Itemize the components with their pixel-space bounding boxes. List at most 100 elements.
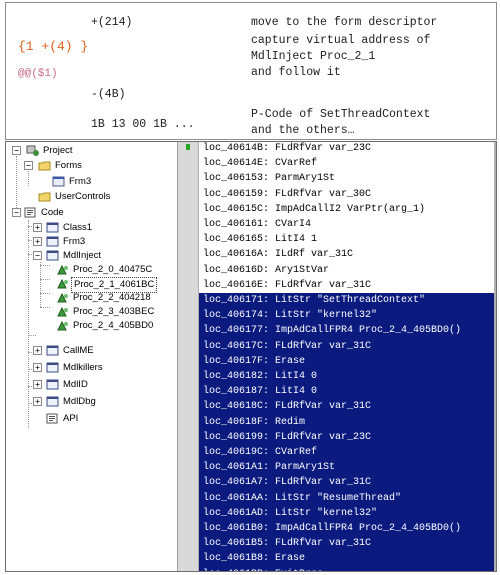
pcode-listing[interactable]: loc_40614B: FLdRfVar var_23C loc_40614E: … — [199, 142, 496, 571]
form-icon — [52, 176, 66, 188]
code-line[interactable]: loc_4061B5: FLdRfVar var_31C — [199, 536, 494, 552]
code-line[interactable]: loc_40617F: Erase — [199, 353, 494, 369]
code-line[interactable]: loc_4061A1: ParmAry1St — [199, 460, 494, 476]
code-line[interactable]: loc_406159: FLdRfVar var_30C — [199, 187, 489, 202]
tree-item-label: Mdlkillers — [63, 362, 103, 373]
tree-item-code[interactable]: − Code — [6, 206, 176, 220]
code-line[interactable]: loc_40618F: Redim — [199, 414, 494, 430]
code-line[interactable]: loc_4061AD: LitStr "kernel32" — [199, 505, 494, 521]
tree-item-project[interactable]: − Project — [6, 144, 176, 158]
code-line[interactable]: loc_406161: CVarI4 — [199, 217, 489, 232]
editor-gutter — [178, 142, 199, 571]
proc-icon — [56, 278, 70, 290]
tree-item-label: Project — [43, 145, 73, 156]
tree-item-label: MdlInject — [63, 250, 102, 261]
tree-item-proc-2-1[interactable]: Proc_2_1_4061BC — [6, 277, 176, 293]
decompiler-window: − Project − Forms Frm3 UserControls − Co… — [5, 141, 497, 572]
folder-icon — [38, 160, 52, 172]
tree-item-label: Frm3 — [69, 176, 92, 187]
module-icon — [46, 396, 60, 408]
folder-icon — [38, 191, 52, 203]
module-icon — [46, 362, 60, 374]
tree-item-label: CallME — [63, 345, 94, 356]
expand-icon[interactable]: + — [33, 346, 42, 355]
code-line[interactable]: loc_406171: LitStr "SetThreadContext" — [199, 293, 494, 309]
code-line[interactable]: loc_4061BB: ExitProc — [199, 566, 494, 571]
collapse-icon[interactable]: − — [24, 161, 33, 170]
code-line[interactable]: loc_406187: LitI4 0 — [199, 384, 494, 400]
script-cmd-4: -(4B) — [91, 88, 126, 101]
script-cmd-1: +(214) — [91, 16, 133, 29]
tree-item-forms[interactable]: − Forms — [6, 159, 176, 173]
code-line[interactable]: loc_40618C: FLdRfVar var_31C — [199, 399, 494, 415]
proc-icon — [56, 292, 70, 304]
code-line[interactable]: loc_40617C: FLdRfVar var_31C — [199, 338, 494, 354]
code-line[interactable]: loc_40614B: FLdRfVar var_23C — [199, 142, 489, 156]
code-line[interactable]: loc_4061B0: ImpAdCallFPR4 Proc_2_4_405BD… — [199, 521, 494, 537]
expand-icon[interactable]: + — [33, 397, 42, 406]
proc-icon — [56, 320, 70, 332]
tree-item-usercontrols[interactable]: UserControls — [6, 190, 176, 204]
api-icon — [46, 413, 60, 425]
code-line[interactable]: loc_4061A7: FLdRfVar var_31C — [199, 475, 494, 491]
tree-item-label: MdlDbg — [63, 396, 96, 407]
code-line[interactable]: loc_40614E: CVarRef — [199, 156, 489, 171]
tree-item-class1[interactable]: + Class1 — [6, 221, 176, 235]
code-line[interactable]: loc_406177: ImpAdCallFPR4 Proc_2_4_405BD… — [199, 323, 494, 339]
script-comment-2: capture virtual address of — [251, 34, 431, 47]
collapse-icon[interactable]: − — [12, 146, 21, 155]
module-icon — [46, 236, 60, 248]
script-comment-4: and follow it — [251, 66, 341, 79]
tree-item-label: Proc_2_0_40475C — [73, 264, 153, 275]
tree-item-mdlid[interactable]: + MdlID — [6, 378, 176, 392]
code-line[interactable]: loc_406165: LitI4 1 — [199, 232, 489, 247]
code-line[interactable]: loc_40616E: FLdRfVar var_31C — [199, 278, 489, 293]
script-annotation-panel: +(214) move to the form descriptor {1 +(… — [5, 2, 497, 140]
tree-item-mdldbg[interactable]: + MdlDbg — [6, 395, 176, 409]
vertical-scrollbar[interactable] — [494, 142, 496, 571]
tree-item-callme[interactable]: + CallME — [6, 344, 176, 358]
project-icon — [26, 145, 40, 157]
tree-item-api[interactable]: API — [6, 412, 176, 426]
code-line[interactable]: loc_40616A: ILdRf var_31C — [199, 247, 489, 262]
expand-icon[interactable]: + — [33, 380, 42, 389]
tree-item-label: Proc_2_2_404218 — [73, 292, 151, 303]
script-comment-1: move to the form descriptor — [251, 16, 438, 29]
code-line[interactable]: loc_40616D: Ary1StVar — [199, 263, 489, 278]
tree-item-proc-2-3[interactable]: Proc_2_3_403BEC — [6, 305, 176, 319]
expand-icon[interactable]: + — [33, 237, 42, 246]
collapse-icon[interactable]: − — [12, 208, 21, 217]
code-line[interactable]: loc_406174: LitStr "kernel32" — [199, 308, 494, 324]
expand-icon[interactable]: + — [33, 223, 42, 232]
tree-item-label: UserControls — [55, 191, 111, 202]
proc-icon — [56, 306, 70, 318]
tree-item-mdlinject[interactable]: − MdlInject — [6, 249, 176, 263]
code-line[interactable]: loc_40615C: ImpAdCallI2 VarPtr(arg_1) — [199, 202, 489, 217]
expand-icon[interactable]: + — [33, 363, 42, 372]
tree-item-proc-2-2[interactable]: Proc_2_2_404218 — [6, 291, 176, 305]
module-icon — [46, 250, 60, 262]
script-comment-6: and the others… — [251, 124, 355, 137]
script-cmd-2: {1 +(4) } — [18, 39, 89, 54]
tree-item-proc-2-0[interactable]: Proc_2_0_40475C — [6, 263, 176, 277]
tree-item-frm3-form[interactable]: Frm3 — [6, 175, 176, 189]
project-tree[interactable]: − Project − Forms Frm3 UserControls − Co… — [6, 142, 178, 571]
code-line[interactable]: loc_4061B8: Erase — [199, 551, 494, 567]
module-icon — [46, 345, 60, 357]
tree-item-proc-2-4[interactable]: Proc_2_4_405BD0 — [6, 319, 176, 333]
code-line[interactable]: loc_40619C: CVarRef — [199, 445, 494, 461]
proc-icon — [56, 264, 70, 276]
tree-item-frm3[interactable]: + Frm3 — [6, 235, 176, 249]
code-line[interactable]: loc_406182: LitI4 0 — [199, 369, 494, 385]
script-comment-5: P-Code of SetThreadContext — [251, 108, 431, 121]
tree-item-label: Frm3 — [63, 236, 86, 247]
tree-item-label: Code — [41, 207, 64, 218]
collapse-icon[interactable]: − — [33, 251, 42, 260]
module-icon — [46, 379, 60, 391]
code-line[interactable]: loc_406199: FLdRfVar var_23C — [199, 429, 494, 445]
tree-item-label: MdlID — [63, 379, 88, 390]
code-line[interactable]: loc_4061AA: LitStr "ResumeThread" — [199, 490, 494, 506]
tree-item-mdlkillers[interactable]: + Mdlkillers — [6, 361, 176, 375]
code-icon — [24, 207, 38, 219]
code-line[interactable]: loc_406153: ParmAry1St — [199, 171, 489, 186]
